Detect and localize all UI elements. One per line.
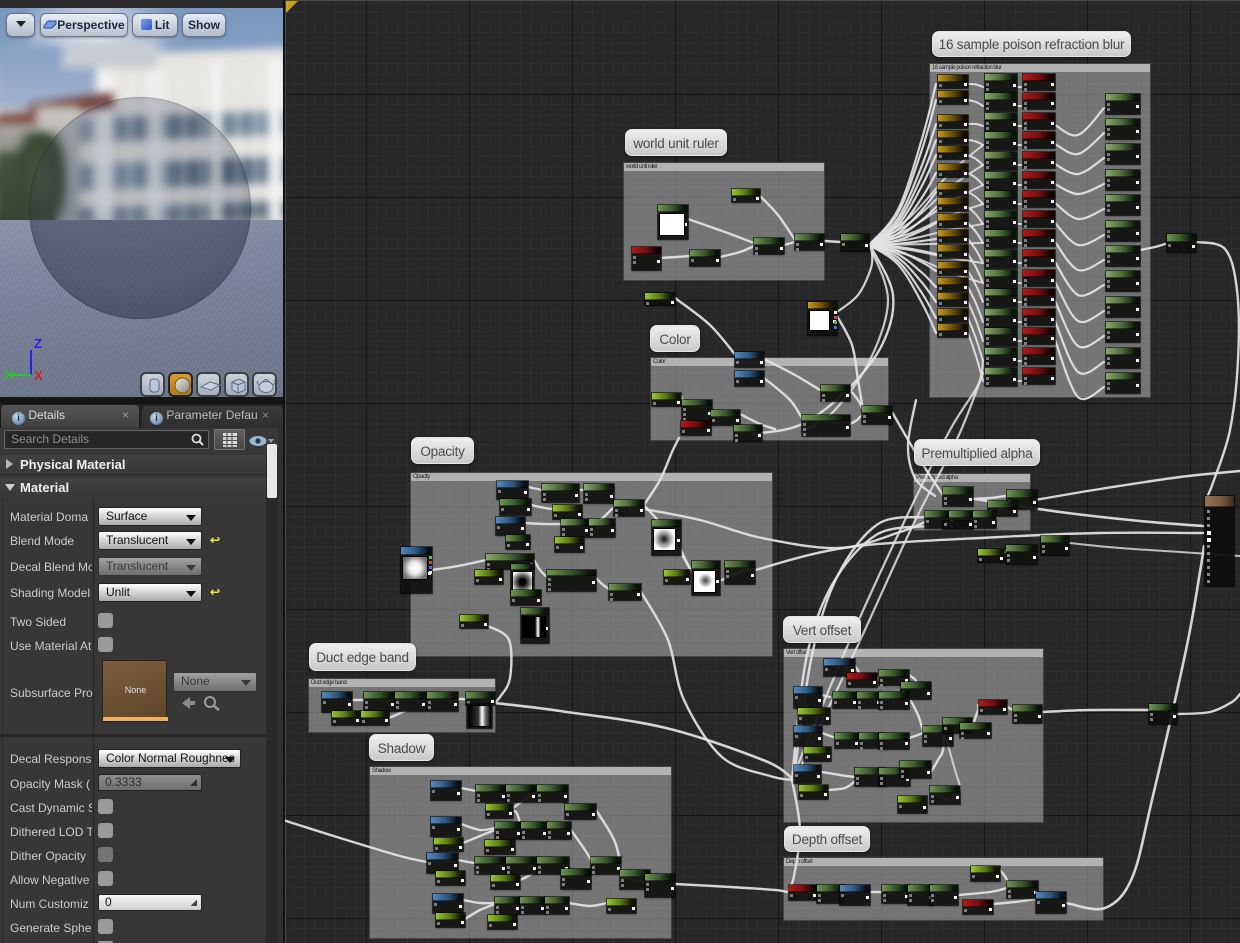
svg-text:Z: Z bbox=[34, 336, 42, 351]
svg-text:X: X bbox=[34, 368, 43, 383]
